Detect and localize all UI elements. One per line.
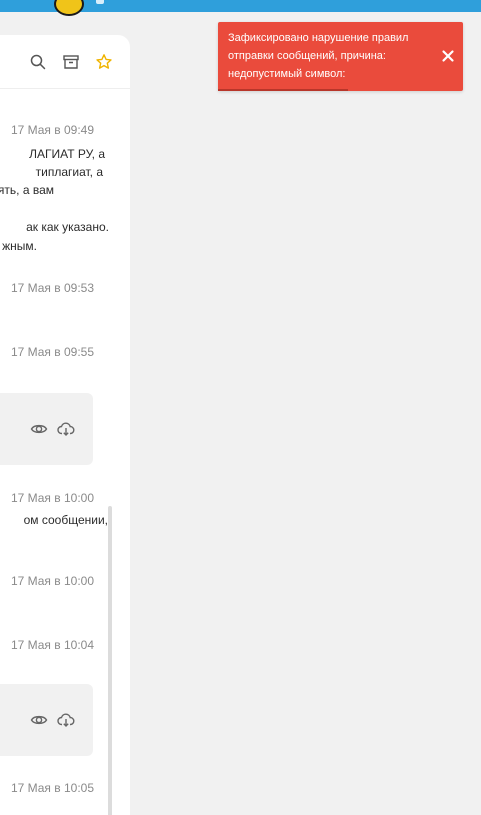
close-icon[interactable]	[441, 49, 455, 63]
file-attachment	[0, 684, 93, 756]
message-timestamp: 17 Мая в 09:49	[10, 123, 94, 137]
eye-icon[interactable]	[30, 711, 48, 729]
archive-icon[interactable]	[62, 53, 80, 71]
toast-message-line: недопустимый символ:	[228, 68, 346, 80]
message-timestamp: 17 Мая в 10:00	[10, 574, 94, 588]
top-bar	[0, 0, 481, 16]
download-cloud-icon[interactable]	[57, 711, 75, 729]
message-text-line: ом сообщении,	[23, 513, 108, 527]
message-text-line: ЛАГИАТ РУ, а	[29, 147, 105, 161]
message-timestamp: 17 Мая в 10:00	[10, 491, 94, 505]
message-timestamp: 17 Мая в 10:05	[10, 781, 94, 795]
toast-message-line: Зафиксировано нарушение правил	[228, 32, 409, 44]
file-attachment	[0, 393, 93, 465]
scrollbar[interactable]	[108, 506, 112, 815]
star-icon[interactable]	[95, 53, 113, 71]
toast-progress-bar	[218, 89, 348, 91]
eye-icon[interactable]	[30, 420, 48, 438]
toast-message-line: отправки сообщений, причина:	[228, 50, 386, 62]
message-timestamp: 17 Мая в 09:53	[10, 281, 94, 295]
notification-icon[interactable]	[96, 0, 104, 4]
message-text-line: типлагиат, а	[35, 165, 103, 179]
avatar[interactable]	[54, 0, 84, 16]
message-timestamp: 17 Мая в 10:04	[10, 638, 94, 652]
download-cloud-icon[interactable]	[57, 420, 75, 438]
search-icon[interactable]	[29, 53, 47, 71]
error-toast: Зафиксировано нарушение правил отправки …	[218, 22, 463, 91]
message-text-line: ак как указано.	[26, 220, 109, 234]
chat-header	[0, 35, 130, 89]
message-timestamp: 17 Мая в 09:55	[10, 345, 94, 359]
message-text-line: ять, а вам	[0, 183, 54, 197]
chat-panel: 17 Мая в 09:49 ЛАГИАТ РУ, а типлагиат, а…	[0, 35, 130, 815]
message-text-line: жным.	[2, 239, 37, 253]
